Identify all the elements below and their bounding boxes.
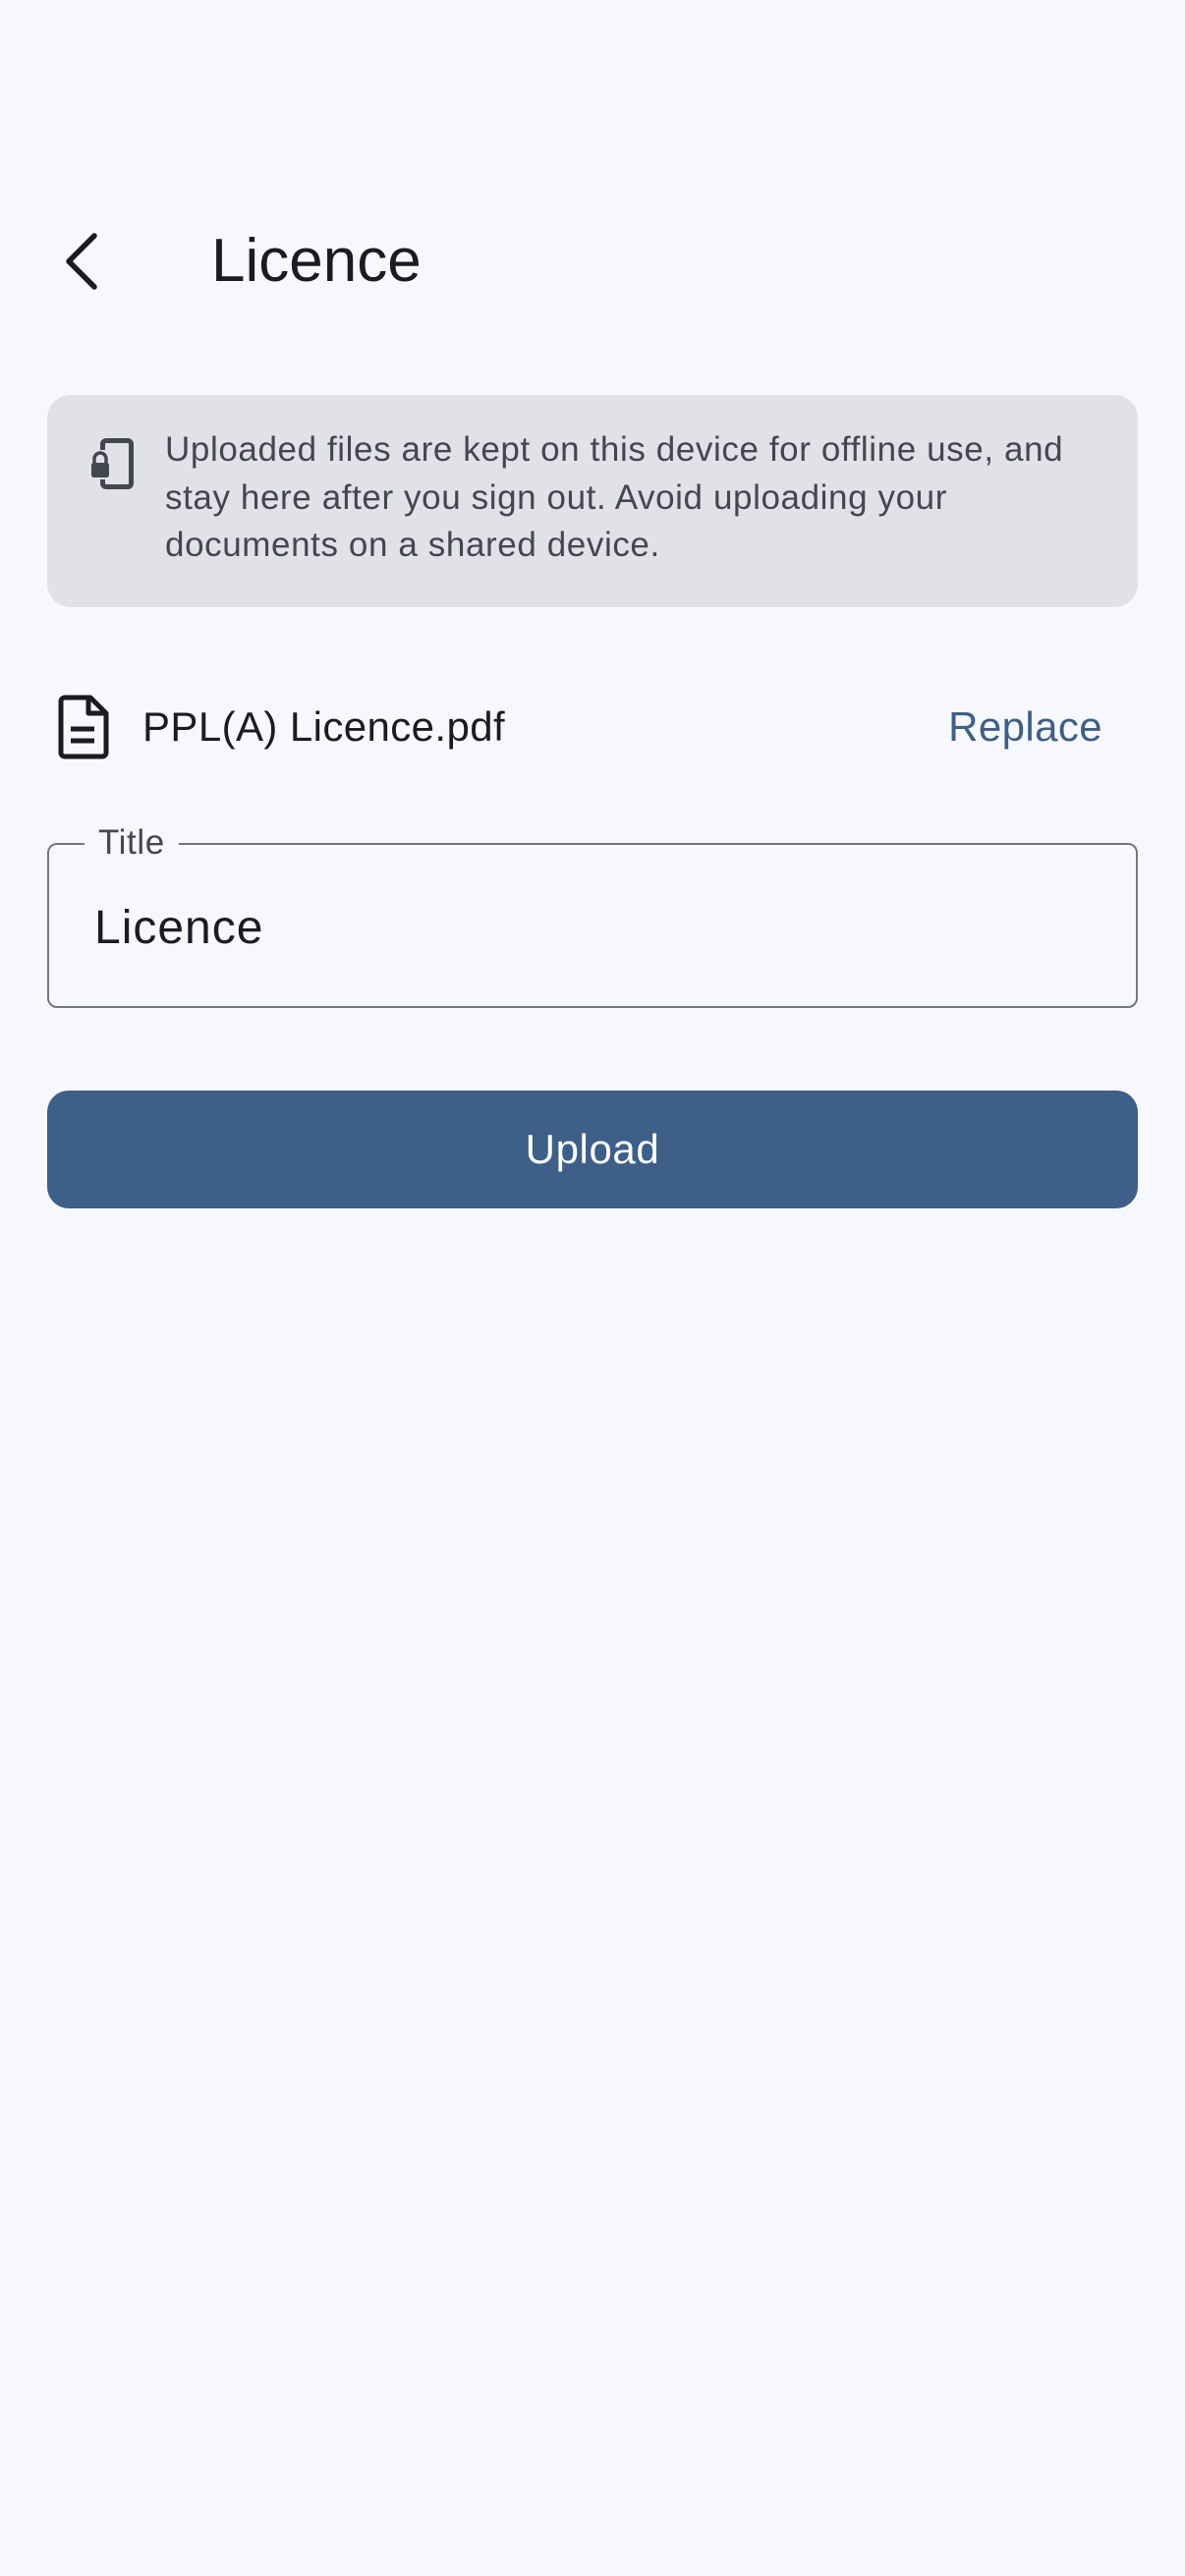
replace-button[interactable]: Replace xyxy=(925,690,1126,764)
page-title: Licence xyxy=(211,227,422,295)
upload-button[interactable]: Upload xyxy=(47,1091,1138,1208)
chevron-left-icon xyxy=(66,233,97,290)
screen: Licence Uploaded files are kept on this … xyxy=(0,0,1185,2576)
title-field-label: Title xyxy=(85,819,179,867)
document-icon xyxy=(58,695,109,759)
top-app-bar: Licence xyxy=(0,206,1185,324)
title-field[interactable]: Title xyxy=(47,819,1138,1008)
selected-file-row: PPL(A) Licence.pdf Replace xyxy=(47,678,1138,776)
phone-lock-icon xyxy=(91,438,134,489)
info-banner: Uploaded files are kept on this device f… xyxy=(47,395,1138,607)
title-input[interactable] xyxy=(94,896,1077,959)
file-name: PPL(A) Licence.pdf xyxy=(142,703,506,750)
info-text: Uploaded files are kept on this device f… xyxy=(165,430,1064,564)
back-button[interactable] xyxy=(39,218,126,305)
